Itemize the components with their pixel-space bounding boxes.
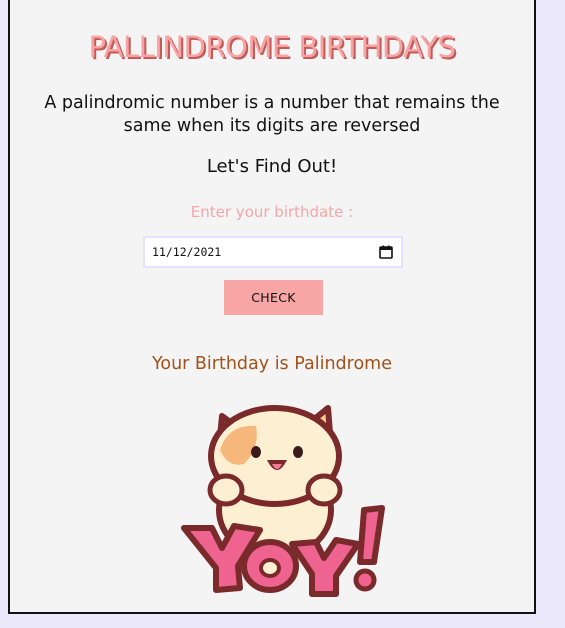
birthdate-value: 11/12/2021 [152,245,222,259]
description-text: A palindromic number is a number that re… [44,93,500,136]
main-card: PALLINDROME BIRTHDAYS A palindromic numb… [8,0,536,614]
birthdate-input[interactable]: 11/12/2021 [143,236,403,268]
calendar-icon[interactable] [379,245,393,259]
check-button[interactable]: CHECK [224,280,323,315]
result-message: Your Birthday is Palindrome [152,354,392,374]
yay-cat-icon [181,405,385,597]
page-title: PALLINDROME BIRTHDAYS [88,30,456,64]
birthdate-label: Enter your birthdate : [190,203,354,221]
tagline-text: Let's Find Out! [206,156,338,177]
